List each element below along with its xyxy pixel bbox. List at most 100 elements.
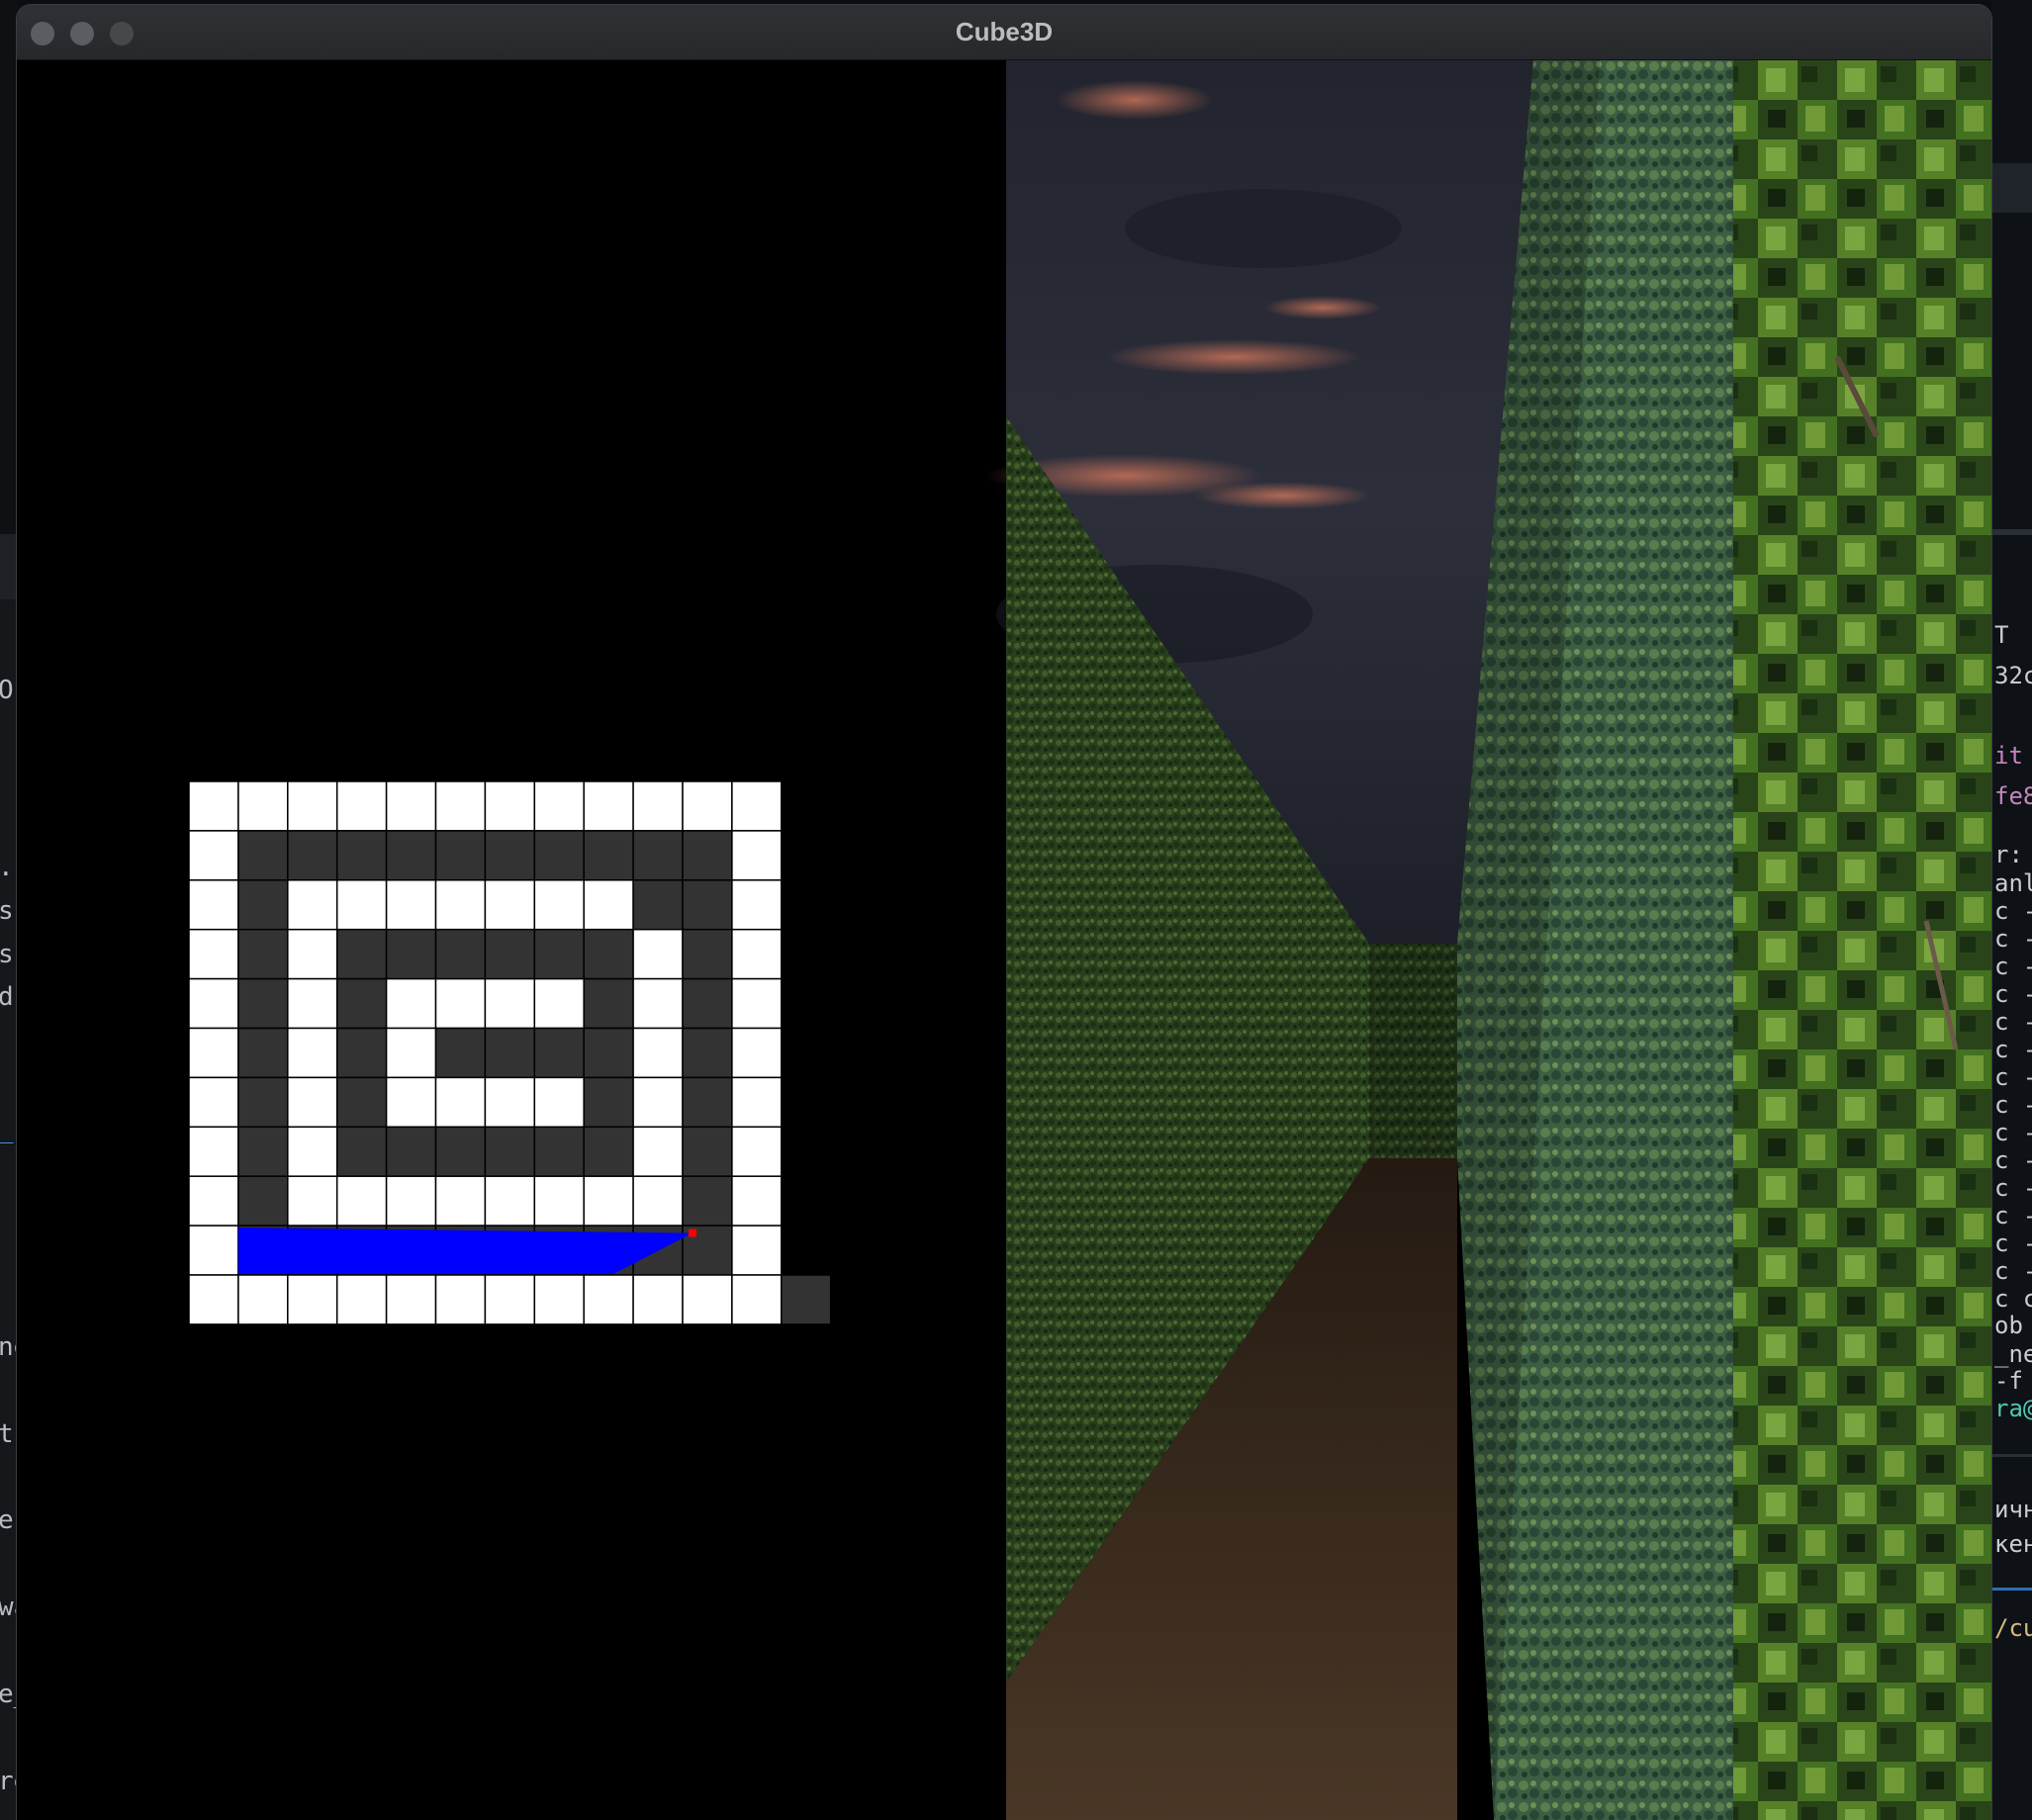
minimap-wall-cell [731,1175,783,1227]
minimap-floor-cell [682,1076,733,1129]
title-bar[interactable]: Cube3D [17,5,1991,60]
minimap-floor-cell [583,830,634,881]
minimap-wall-cell [533,879,585,931]
minimap-wall-cell [632,977,684,1030]
editor-fragment: c - [1994,1202,2032,1229]
game-viewport[interactable] [17,60,1991,1820]
editor-focus-line [1991,1588,2032,1591]
maximize-button[interactable] [110,22,134,46]
minimap-wall-cell [188,1027,239,1079]
editor-fragment: anl [1994,869,2032,897]
minimap-wall-cell [583,1274,634,1325]
minimap-floor-cell [335,1076,388,1129]
editor-fragment: wa [0,1592,17,1622]
editor-fragment: ob [1994,1312,2023,1339]
minimap-wall-cell [188,977,239,1030]
minimap-wall-cell [385,1274,437,1325]
minimap-wall-cell [484,1175,536,1227]
editor-fragment: c - [1994,1229,2032,1257]
minimap-wall-cell [731,928,783,980]
editor-fragment: re [0,1767,17,1796]
minimap-floor-cell [237,830,289,881]
minimap-wall-cell [287,977,338,1030]
editor-fragment: _c [0,1115,17,1144]
minimap-floor-cell [682,928,733,980]
minimap-wall-cell [188,1076,239,1129]
editor-fragment: c - [1994,925,2032,953]
minimap-wall-cell [287,1076,338,1129]
minimap-wall-cell [287,780,338,832]
minimap-floor-cell [237,1076,289,1129]
editor-fragment: c - [1994,897,2032,925]
minimap-wall-cell [682,780,733,832]
minimap-floor-cell [682,977,733,1030]
editor-fragment: er. [0,1505,17,1535]
minimap-wall-cell [583,780,634,832]
minimap-floor-cell [335,1126,388,1177]
background-editor-left-edge: OF .j: s s d. _c ne t er. wa e_ re [0,0,17,1820]
editor-fragment: /cu [1994,1614,2032,1642]
minimap-wall-cell [287,1027,338,1079]
minimap-wall-cell [533,1175,585,1227]
minimap-floor-cell [682,1126,733,1177]
minimap-wall-cell [731,1126,783,1177]
minimap-wall-cell [533,1076,585,1129]
minimap-wall-cell [434,977,487,1030]
minimap-floor-cell [335,1027,388,1079]
editor-fragment: _ne [1994,1340,2032,1368]
minimap-floor-cell [533,928,585,980]
minimap-floor-cell [237,1027,289,1079]
minimap-wall-cell [237,1274,289,1325]
minimap-wall-cell [188,1225,239,1276]
minimap-wall-cell [731,1076,783,1129]
minimap-wall-cell [385,1175,437,1227]
minimap-wall-cell [533,977,585,1030]
minimap-wall-cell [731,830,783,881]
editor-fragment: fe8 [1994,782,2032,810]
minimap-floor-cell [434,1027,487,1079]
close-button[interactable] [31,22,54,46]
minimap-floor-cell [335,977,388,1030]
window-title: Cube3D [955,17,1054,46]
minimap-floor-cell [632,879,684,931]
minimap-wall-cell [731,879,783,931]
minimap-wall-cell [731,1225,783,1276]
minimap-floor-cell [434,830,487,881]
minimap-wall-cell [434,1175,487,1227]
editor-fragment: e_ [0,1680,17,1709]
minimap-floor-cell [583,1126,634,1177]
editor-fragment: r: [1994,841,2023,868]
minimap-wall-cell [632,1274,684,1325]
minimap [188,780,832,1325]
editor-fragment: ичн [1994,1496,2032,1523]
editor-fragment: c - [1994,953,2032,980]
minimap-wall-cell [731,1027,783,1079]
minimap-wall-cell [188,830,239,881]
minimap-wall-cell [731,780,783,832]
minimap-floor-cell [434,1126,487,1177]
editor-fragment: d. [0,982,17,1012]
minimap-floor-cell [632,830,684,881]
minimap-wall-cell [583,1175,634,1227]
minimap-wall-cell [385,1076,437,1129]
editor-fragment: t [0,1419,14,1449]
minimap-wall-cell [335,780,388,832]
minimap-wall-cell [287,1175,338,1227]
minimap-floor-cell [237,1175,289,1227]
minimap-wall-cell [188,780,239,832]
minimap-wall-cell [287,879,338,931]
editor-panel-divider [0,534,17,599]
minimap-floor-cell [583,1027,634,1079]
minimap-wall-cell [287,1274,338,1325]
editor-fragment: c - [1994,1146,2032,1174]
editor-fragment: s [0,896,14,926]
editor-fragment: кен [1994,1530,2032,1558]
minimize-button[interactable] [70,22,94,46]
minimap-floor-cell [237,879,289,931]
minimap-floor-cell [237,1126,289,1177]
minimap-wall-cell [632,1126,684,1177]
minimap-wall-cell [731,977,783,1030]
minimap-floor-cell [287,830,338,881]
editor-fragment: -f [1994,1367,2023,1395]
minimap-floor-cell [583,977,634,1030]
